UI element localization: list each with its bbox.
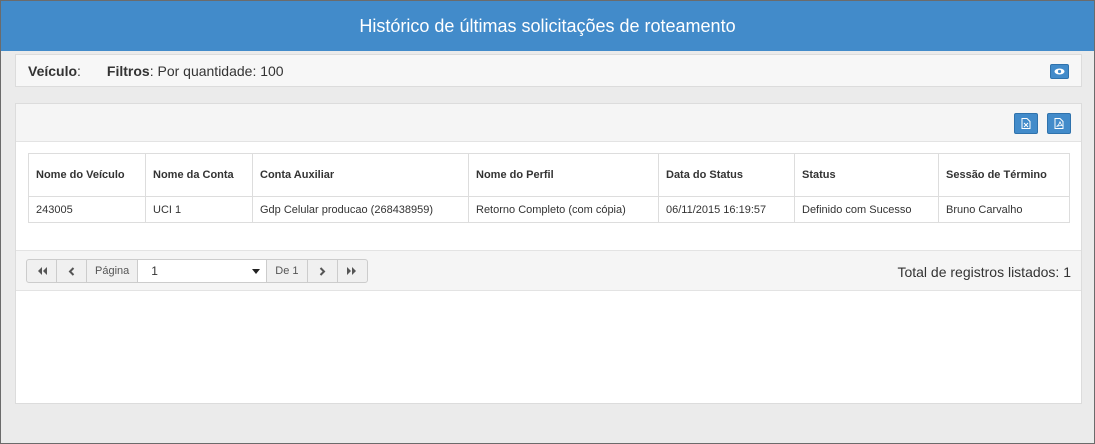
column-header-vehicle-name[interactable]: Nome do Veículo bbox=[28, 153, 146, 197]
export-excel-button[interactable] bbox=[1014, 113, 1038, 134]
cell-aux-account: Gdp Celular producao (268438959) bbox=[252, 196, 469, 223]
column-header-status[interactable]: Status bbox=[794, 153, 939, 197]
last-page-button[interactable] bbox=[336, 259, 368, 283]
column-header-aux-account[interactable]: Conta Auxiliar bbox=[252, 153, 469, 197]
column-header-status-date[interactable]: Data do Status bbox=[658, 153, 795, 197]
page-select[interactable]: 1 bbox=[137, 259, 268, 283]
next-page-button[interactable] bbox=[306, 259, 338, 283]
pdf-file-icon bbox=[1054, 118, 1064, 129]
page-count-label: De 1 bbox=[266, 259, 308, 283]
cell-account-name: UCI 1 bbox=[145, 196, 253, 223]
chevron-right-icon bbox=[319, 266, 326, 276]
page-title: Histórico de últimas solicitações de rot… bbox=[359, 15, 736, 36]
results-panel: Nome do Veículo Nome da Conta Conta Auxi… bbox=[15, 103, 1082, 404]
pagination-bar: Página 1 De 1 Total de registros listado… bbox=[16, 250, 1081, 291]
toggle-filters-button[interactable] bbox=[1050, 64, 1069, 79]
page-header: Histórico de últimas solicitações de rot… bbox=[1, 1, 1094, 51]
panel-toolbar bbox=[16, 104, 1081, 142]
chevron-left-icon bbox=[68, 266, 75, 276]
double-chevron-left-icon bbox=[37, 267, 47, 275]
double-chevron-right-icon bbox=[347, 267, 357, 275]
table-header-row: Nome do Veículo Nome da Conta Conta Auxi… bbox=[28, 153, 1070, 197]
page-select-value: 1 bbox=[151, 264, 158, 278]
excel-file-icon bbox=[1021, 118, 1031, 129]
pagination-controls: Página 1 De 1 bbox=[26, 259, 368, 283]
cell-profile-name: Retorno Completo (com cópia) bbox=[468, 196, 659, 223]
export-pdf-button[interactable] bbox=[1047, 113, 1071, 134]
table-row[interactable]: 243005 UCI 1 Gdp Celular producao (26843… bbox=[28, 196, 1070, 223]
previous-page-button[interactable] bbox=[56, 259, 87, 283]
column-header-end-session[interactable]: Sessão de Término bbox=[938, 153, 1070, 197]
results-table: Nome do Veículo Nome da Conta Conta Auxi… bbox=[28, 153, 1070, 223]
column-header-profile-name[interactable]: Nome do Perfil bbox=[468, 153, 659, 197]
cell-status-date: 06/11/2015 16:19:57 bbox=[658, 196, 795, 223]
cell-status: Definido com Sucesso bbox=[794, 196, 939, 223]
vehicle-label: Veículo: bbox=[28, 62, 81, 79]
column-header-account-name[interactable]: Nome da Conta bbox=[145, 153, 253, 197]
filter-bar: Veículo: Filtros: Por quantidade: 100 bbox=[15, 54, 1082, 87]
eye-icon bbox=[1054, 68, 1065, 75]
page-label: Página bbox=[86, 259, 139, 283]
cell-vehicle-name: 243005 bbox=[28, 196, 146, 223]
total-records-label: Total de registros listados: 1 bbox=[897, 264, 1071, 280]
cell-end-session: Bruno Carvalho bbox=[938, 196, 1070, 223]
caret-down-icon bbox=[252, 268, 261, 274]
filters-summary: Filtros: Por quantidade: 100 bbox=[106, 62, 284, 79]
first-page-button[interactable] bbox=[26, 259, 57, 283]
